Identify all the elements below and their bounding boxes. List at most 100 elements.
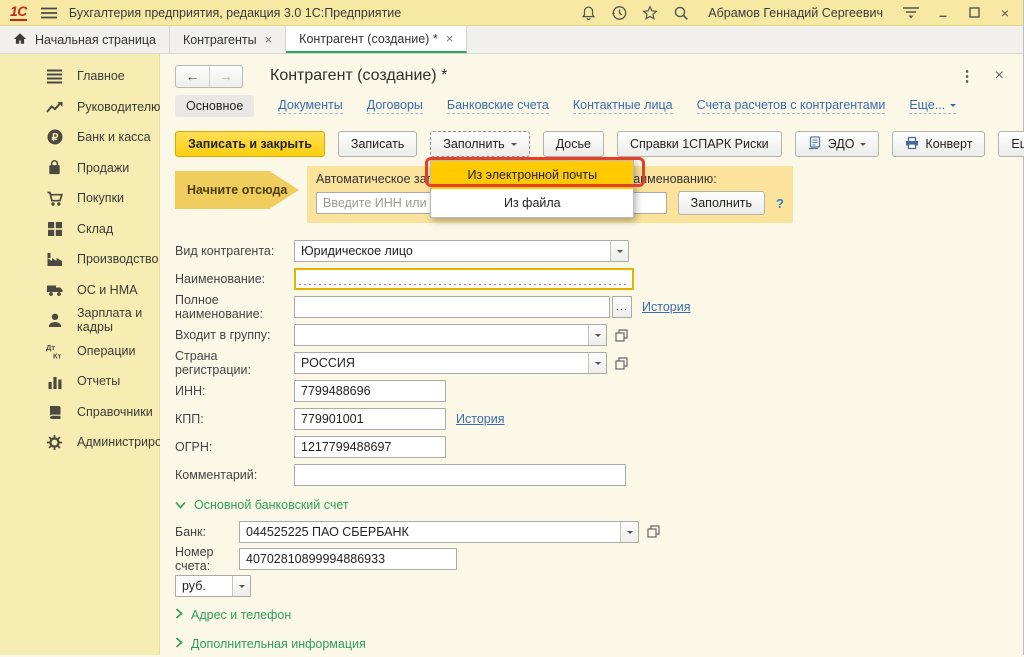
- country-combobox[interactable]: РОССИЯ: [294, 352, 607, 374]
- sidebar-item-prodazhi[interactable]: Продажи: [0, 153, 159, 184]
- open-list-icon[interactable]: [612, 353, 631, 373]
- hint-fill-button[interactable]: Заполнить: [678, 191, 765, 215]
- tab-label: Начальная страница: [35, 33, 156, 47]
- field-label-bank: Банк:: [175, 525, 239, 539]
- chevron-down-icon[interactable]: [620, 522, 638, 542]
- tab-osnovnoe[interactable]: Основное: [175, 95, 254, 117]
- back-button[interactable]: ←: [176, 66, 209, 87]
- close-tab-icon[interactable]: ×: [265, 35, 273, 45]
- kind-combobox[interactable]: Юридическое лицо: [294, 240, 629, 262]
- sidebar-item-otchety[interactable]: Отчеты: [0, 366, 159, 397]
- tab-label: Контрагент (создание) *: [299, 32, 438, 46]
- fill-dropdown-menu: Из электронной почты Из файла: [430, 160, 634, 218]
- cart-icon: [45, 189, 64, 208]
- sidebar-item-os-i-nma[interactable]: ОС и НМА: [0, 275, 159, 306]
- notifications-bell-icon[interactable]: [581, 5, 596, 21]
- sidebar-item-glavnoe[interactable]: Главное: [0, 61, 159, 92]
- open-list-icon[interactable]: [644, 522, 663, 542]
- forward-button[interactable]: →: [209, 66, 242, 87]
- person-icon: [45, 311, 64, 330]
- form-area: ← → Контрагент (создание) * ⋮ × Основное…: [160, 54, 1023, 655]
- sidebar-item-rukovoditelyu[interactable]: Руководителю: [0, 92, 159, 123]
- hint-help-link[interactable]: ?: [776, 196, 784, 211]
- bar-chart-icon: [45, 372, 64, 391]
- debit-credit-icon: ДтКт: [45, 341, 64, 360]
- group-combobox[interactable]: [294, 324, 607, 346]
- close-form-icon[interactable]: ×: [995, 67, 1004, 85]
- additional-info-section-toggle[interactable]: Дополнительная информация: [175, 631, 1008, 657]
- ogrn-input[interactable]: [294, 436, 446, 458]
- tab-home[interactable]: Начальная страница: [0, 26, 170, 53]
- chevron-down-icon[interactable]: [610, 241, 628, 261]
- close-window-icon[interactable]: ×: [997, 6, 1013, 20]
- chevron-down-icon[interactable]: [232, 576, 250, 596]
- sidebar-item-operacii[interactable]: ДтКт Операции: [0, 336, 159, 367]
- dossier-button[interactable]: Досье: [543, 131, 604, 157]
- maximize-icon[interactable]: [966, 6, 982, 20]
- kebab-menu-icon[interactable]: ⋮: [960, 67, 975, 85]
- name-input[interactable]: [294, 268, 634, 290]
- svg-text:₽: ₽: [51, 132, 58, 144]
- bank-combobox[interactable]: 044525225 ПАО СБЕРБАНК: [239, 521, 639, 543]
- kpp-input[interactable]: [294, 408, 446, 430]
- toolbar: Записать и закрыть Записать Заполнить Из…: [160, 126, 1023, 164]
- field-label-country: Страна регистрации:: [175, 349, 294, 377]
- sidebar-item-bank-i-kassa[interactable]: ₽ Банк и касса: [0, 122, 159, 153]
- current-user[interactable]: Абрамов Геннадий Сергеевич: [708, 6, 883, 20]
- envelope-button[interactable]: Конверт: [892, 131, 985, 157]
- truck-icon: [45, 280, 64, 299]
- printer-icon: [905, 136, 919, 153]
- tab-scheta-raschetov[interactable]: Счета расчетов с контрагентами: [697, 98, 886, 114]
- save-button[interactable]: Записать: [338, 131, 417, 157]
- currency-combobox[interactable]: руб.: [175, 575, 251, 597]
- ellipsis-button[interactable]: ...: [612, 296, 632, 318]
- sidebar-item-proizvodstvo[interactable]: Производство: [0, 244, 159, 275]
- field-label-ogrn: ОГРН:: [175, 440, 294, 454]
- form-nav: Основное Документы Договоры Банковские с…: [160, 91, 1023, 126]
- account-number-input[interactable]: [239, 548, 457, 570]
- tab-kontragenty[interactable]: Контрагенты ×: [170, 26, 286, 53]
- nav-more-link[interactable]: Еще...: [909, 98, 956, 114]
- service-menu-icon[interactable]: [902, 6, 920, 19]
- close-tab-icon[interactable]: ×: [446, 34, 454, 44]
- history-icon[interactable]: [611, 5, 627, 21]
- start-here-arrow: Начните отсюда: [175, 171, 299, 209]
- more-button[interactable]: Еще: [998, 131, 1024, 157]
- sidebar-item-administrirovanie[interactable]: Администрирование: [0, 427, 159, 458]
- ruble-coin-icon: ₽: [45, 128, 64, 147]
- warehouse-grid-icon: [45, 219, 64, 238]
- field-label-kpp: КПП:: [175, 412, 294, 426]
- tab-dokumenty[interactable]: Документы: [278, 98, 342, 114]
- window-title: Бухгалтерия предприятия, редакция 3.0 1С…: [69, 6, 401, 20]
- kpp-history-link[interactable]: История: [456, 412, 504, 426]
- app-window: 1С Бухгалтерия предприятия, редакция 3.0…: [0, 0, 1024, 655]
- full-name-history-link[interactable]: История: [642, 300, 690, 314]
- field-label-account: Номер счета:: [175, 545, 239, 573]
- comment-input[interactable]: [294, 464, 626, 486]
- tab-kontragent-create[interactable]: Контрагент (создание) * ×: [286, 26, 467, 53]
- sidebar-item-zarplata-i-kadry[interactable]: Зарплата и кадры: [0, 305, 159, 336]
- sidebar-item-sklad[interactable]: Склад: [0, 214, 159, 245]
- search-icon[interactable]: [673, 5, 689, 21]
- save-and-close-button[interactable]: Записать и закрыть: [175, 131, 325, 157]
- sidebar-item-spravochniki[interactable]: Справочники: [0, 397, 159, 428]
- minimize-icon[interactable]: –: [935, 8, 951, 22]
- tab-bankovskie-scheta[interactable]: Банковские счета: [447, 98, 549, 114]
- favorites-star-icon[interactable]: [642, 5, 658, 21]
- fill-button[interactable]: Заполнить Из электронной почты Из файла: [430, 131, 529, 157]
- main-menu-icon[interactable]: [41, 7, 57, 19]
- full-name-input[interactable]: [294, 296, 610, 318]
- inn-input[interactable]: [294, 380, 446, 402]
- tab-dogovory[interactable]: Договоры: [367, 98, 423, 114]
- menu-item-from-email[interactable]: Из электронной почты: [431, 161, 633, 189]
- sidebar-item-pokupki[interactable]: Покупки: [0, 183, 159, 214]
- bank-section-toggle[interactable]: Основной банковский счет: [175, 492, 1008, 518]
- spark-reports-button[interactable]: Справки 1СПАРК Риски: [617, 131, 782, 157]
- open-list-icon[interactable]: [612, 325, 631, 345]
- edo-button[interactable]: ЭДО: [795, 131, 880, 157]
- tab-kontaktnye-lica[interactable]: Контактные лица: [573, 98, 673, 114]
- chevron-down-icon[interactable]: [588, 325, 606, 345]
- address-section-toggle[interactable]: Адрес и телефон: [175, 602, 1008, 628]
- menu-item-from-file[interactable]: Из файла: [431, 189, 633, 217]
- chevron-down-icon[interactable]: [588, 353, 606, 373]
